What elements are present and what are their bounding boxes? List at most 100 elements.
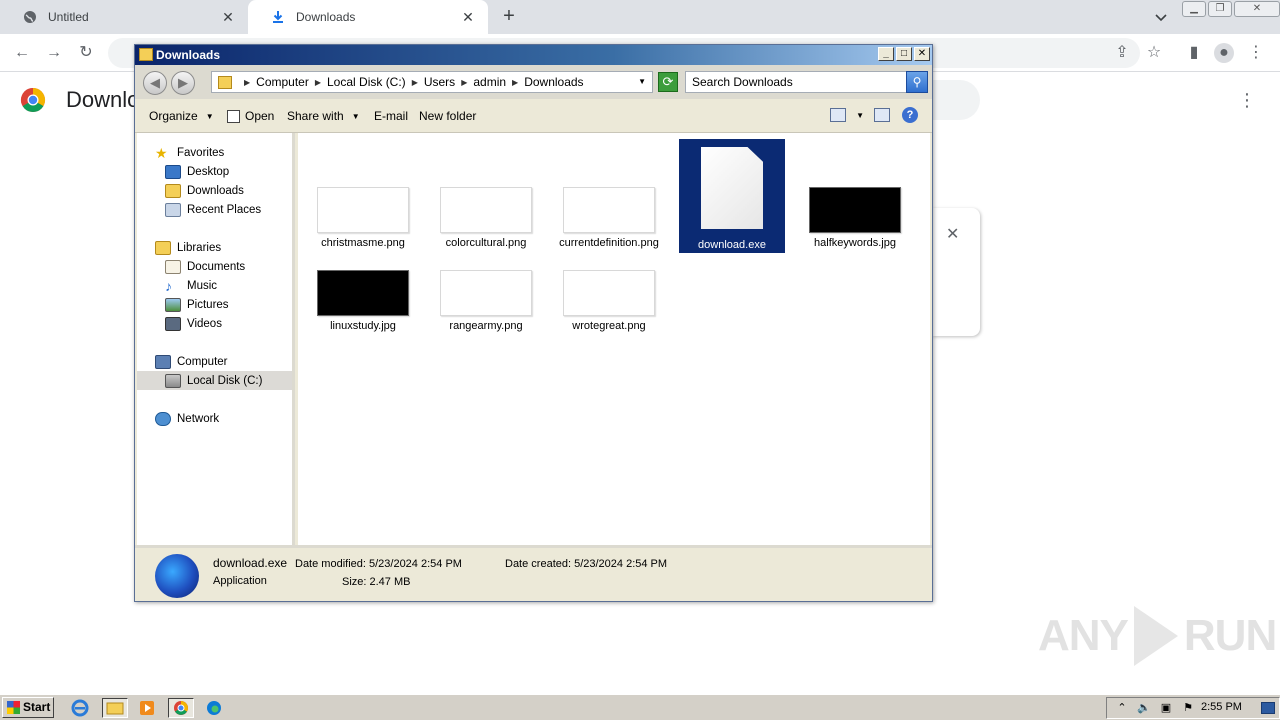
file-name: linuxstudy.jpg bbox=[330, 320, 396, 332]
minimize-button[interactable]: _ bbox=[878, 47, 894, 61]
chevron-down-icon[interactable] bbox=[1152, 8, 1170, 26]
show-hidden-icons-icon[interactable]: ⌃ bbox=[1115, 701, 1129, 715]
side-panel-icon[interactable]: ▮ bbox=[1184, 43, 1204, 63]
new-tab-button[interactable]: + bbox=[498, 6, 520, 28]
restore-button[interactable]: ❐ bbox=[1208, 1, 1232, 17]
nav-label: Documents bbox=[187, 260, 246, 273]
forward-icon[interactable]: → bbox=[44, 43, 64, 63]
network-tray-icon[interactable]: ▣ bbox=[1159, 701, 1173, 715]
menu-kebab-icon[interactable]: ⋮ bbox=[1246, 43, 1266, 63]
volume-icon[interactable]: 🔈 bbox=[1137, 701, 1151, 715]
file-item[interactable]: rangearmy.png bbox=[433, 270, 539, 332]
start-button[interactable]: Start bbox=[2, 697, 54, 718]
image-thumbnail bbox=[317, 187, 409, 233]
file-item-selected[interactable]: download.exe bbox=[679, 139, 785, 253]
maximize-button[interactable]: □ bbox=[896, 47, 912, 61]
page-menu-icon[interactable]: ⋮ bbox=[1238, 90, 1256, 110]
close-tab-icon[interactable]: ✕ bbox=[220, 9, 236, 25]
media-player-icon[interactable] bbox=[137, 698, 157, 718]
folder-icon bbox=[218, 75, 232, 89]
tab-downloads[interactable]: Downloads ✕ bbox=[248, 0, 488, 34]
chevron-down-icon: ▼ bbox=[351, 111, 360, 121]
page-title: Downlo bbox=[66, 87, 140, 112]
chevron-right-icon[interactable]: ▶ bbox=[315, 78, 321, 87]
back-icon[interactable]: ← bbox=[12, 43, 32, 63]
file-explorer-icon[interactable] bbox=[102, 698, 128, 718]
clock[interactable]: 2:55 PM bbox=[1201, 701, 1242, 713]
view-dropdown-icon[interactable]: ▼ bbox=[856, 111, 864, 120]
nav-favorites[interactable]: ★ Favorites bbox=[155, 143, 310, 162]
breadcrumb-users[interactable]: Users bbox=[424, 75, 455, 89]
forward-button[interactable]: ▶ bbox=[171, 71, 195, 95]
chevron-right-icon[interactable]: ▶ bbox=[244, 78, 250, 87]
file-name: download.exe bbox=[698, 239, 766, 251]
details-pane: download.exe Application Date modified: … bbox=[135, 545, 932, 601]
tab-untitled[interactable]: Untitled ✕ bbox=[0, 0, 248, 34]
nav-desktop[interactable]: Desktop bbox=[165, 162, 320, 181]
nav-documents[interactable]: Documents bbox=[165, 257, 320, 276]
file-item[interactable]: wrotegreat.png bbox=[556, 270, 662, 332]
nav-music[interactable]: ♪ Music bbox=[165, 276, 320, 295]
reload-icon[interactable]: ↻ bbox=[76, 43, 96, 63]
breadcrumb-computer[interactable]: Computer bbox=[256, 75, 309, 89]
chrome-taskbar-icon[interactable] bbox=[168, 698, 194, 718]
window-title: Downloads bbox=[156, 48, 221, 62]
nav-videos[interactable]: Videos bbox=[165, 314, 320, 333]
nav-label: Libraries bbox=[177, 241, 222, 254]
share-with-button[interactable]: Share with ▼ bbox=[287, 109, 360, 123]
music-icon: ♪ bbox=[165, 277, 172, 294]
profile-avatar-icon[interactable]: ● bbox=[1214, 43, 1234, 63]
email-button[interactable]: E-mail bbox=[374, 109, 408, 123]
nav-label: Music bbox=[187, 279, 218, 292]
breadcrumb[interactable]: ▶ Computer ▶ Local Disk (C:) ▶ Users ▶ a… bbox=[211, 71, 653, 93]
organize-button[interactable]: Organize ▼ bbox=[149, 109, 214, 123]
nav-network[interactable]: Network bbox=[155, 409, 310, 428]
chevron-right-icon[interactable]: ▶ bbox=[412, 78, 418, 87]
close-tab-icon[interactable]: ✕ bbox=[460, 9, 476, 25]
close-window-button[interactable]: ✕ bbox=[1234, 1, 1280, 17]
file-item[interactable]: currentdefinition.png bbox=[556, 187, 662, 249]
nav-pictures[interactable]: Pictures bbox=[165, 295, 320, 314]
internet-explorer-icon[interactable] bbox=[70, 698, 90, 718]
nav-computer[interactable]: Computer bbox=[155, 352, 310, 371]
breadcrumb-admin[interactable]: admin bbox=[473, 75, 506, 89]
search-input[interactable]: Search Downloads bbox=[685, 71, 907, 93]
nav-local-disk[interactable]: Local Disk (C:) bbox=[137, 371, 292, 390]
file-item[interactable]: halfkeywords.jpg bbox=[802, 187, 908, 249]
share-icon[interactable]: ⇪ bbox=[1112, 43, 1132, 63]
search-icon[interactable]: ⚲ bbox=[906, 71, 928, 93]
remove-download-icon[interactable]: ✕ bbox=[946, 224, 959, 244]
action-center-flag-icon[interactable]: ⚑ bbox=[1181, 701, 1195, 715]
details-date-created: Date created: 5/23/2024 2:54 PM bbox=[505, 558, 668, 570]
chevron-right-icon[interactable]: ▶ bbox=[512, 78, 518, 87]
bookmark-star-icon[interactable]: ☆ bbox=[1144, 43, 1164, 63]
file-item[interactable]: linuxstudy.jpg bbox=[310, 270, 416, 332]
breadcrumb-local-disk[interactable]: Local Disk (C:) bbox=[327, 75, 406, 89]
open-button[interactable]: Open bbox=[227, 109, 274, 123]
breadcrumb-downloads[interactable]: Downloads bbox=[524, 75, 583, 89]
file-item[interactable]: christmasme.png bbox=[310, 187, 416, 249]
chevron-right-icon[interactable]: ▶ bbox=[461, 78, 467, 87]
downloads-search-field[interactable] bbox=[930, 80, 980, 120]
refresh-icon[interactable]: ⟳ bbox=[658, 72, 678, 92]
file-item[interactable]: colorcultural.png bbox=[433, 187, 539, 249]
minimize-button[interactable]: ▁ bbox=[1182, 1, 1206, 17]
show-desktop-icon[interactable] bbox=[1261, 702, 1275, 714]
generic-file-icon bbox=[701, 147, 763, 229]
nav-downloads[interactable]: Downloads bbox=[165, 181, 320, 200]
change-view-icon[interactable] bbox=[830, 108, 847, 122]
help-icon[interactable]: ? bbox=[902, 107, 918, 123]
open-label: Open bbox=[245, 109, 275, 123]
explorer-window-controls: _ □ ✕ bbox=[876, 47, 930, 61]
back-button[interactable]: ◀ bbox=[143, 71, 167, 95]
play-icon bbox=[1133, 606, 1178, 666]
explorer-title-bar[interactable]: Downloads _ □ ✕ bbox=[135, 45, 932, 65]
address-dropdown-icon[interactable]: ▼ bbox=[638, 77, 646, 86]
nav-libraries[interactable]: Libraries bbox=[155, 238, 310, 257]
preview-pane-icon[interactable] bbox=[874, 108, 890, 122]
explorer-window: Downloads _ □ ✕ ◀ ▶ ▶ Computer ▶ Local D… bbox=[134, 44, 933, 602]
close-button[interactable]: ✕ bbox=[914, 47, 930, 61]
edge-icon[interactable] bbox=[204, 698, 224, 718]
new-folder-button[interactable]: New folder bbox=[419, 109, 476, 123]
nav-recent-places[interactable]: Recent Places bbox=[165, 200, 320, 219]
